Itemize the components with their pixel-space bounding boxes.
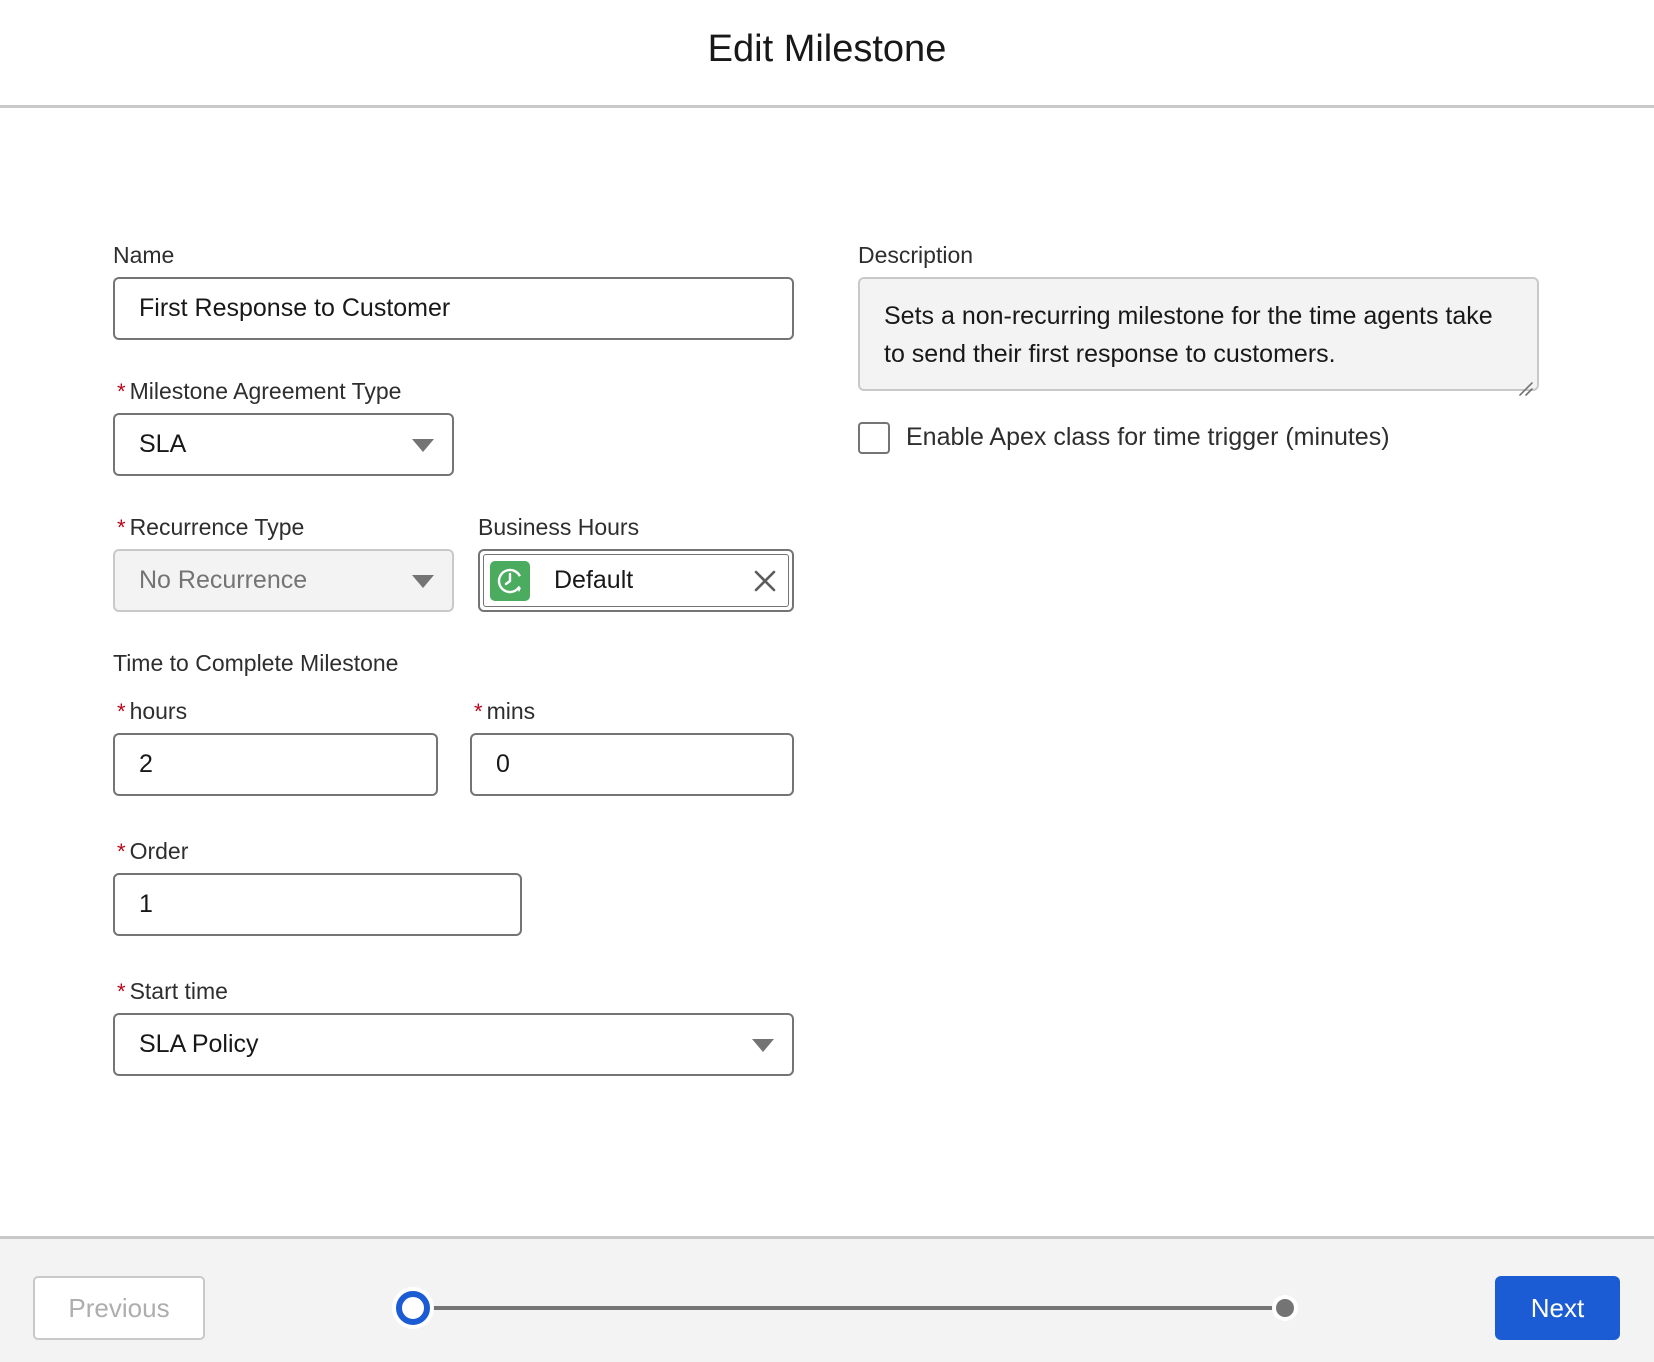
order-input-value: 1 [139,890,153,918]
name-label: Name [113,242,175,268]
milestone-agreement-type-label: * Milestone Agreement Type [117,378,402,404]
name-input-value: First Response to Customer [139,294,451,322]
business-hours-pill[interactable]: Default [483,554,789,607]
mins-input-value: 0 [496,750,510,778]
chevron-down-icon [412,438,434,452]
order-input[interactable]: 1 [113,873,522,936]
time-to-complete-label: Time to Complete Milestone [113,650,399,676]
description-label: Description [858,242,974,268]
mins-input[interactable]: 0 [470,733,794,796]
apex-class-checkbox[interactable] [858,422,890,454]
close-icon[interactable] [752,568,778,594]
business-hours-label: Business Hours [478,514,640,540]
modal-header: Edit Milestone [0,0,1654,108]
modal-title: Edit Milestone [707,28,947,70]
start-time-select[interactable]: SLA Policy [113,1013,794,1076]
recurrence-type-select[interactable]: No Recurrence [113,549,454,612]
order-label: * Order [117,838,189,864]
required-marker: * [117,979,126,1004]
required-marker: * [117,515,126,540]
required-marker: * [474,699,483,724]
hours-label: * hours [117,698,188,724]
required-marker: * [117,839,126,864]
milestone-agreement-type-select[interactable]: SLA [113,413,454,476]
description-value: Sets a non-recurring milestone for the t… [884,302,1493,368]
progress-step-1[interactable] [396,1291,430,1325]
required-marker: * [117,699,126,724]
progress-track [415,1306,1285,1310]
required-marker: * [117,379,126,404]
chevron-down-icon [412,574,434,588]
milestone-agreement-type-value: SLA [139,430,187,458]
recurrence-type-label: * Recurrence Type [117,514,305,540]
clock-icon [490,560,530,601]
start-time-value: SLA Policy [139,1030,259,1058]
start-time-label: * Start time [117,978,228,1004]
progress-step-2[interactable] [1276,1299,1294,1317]
recurrence-type-value: No Recurrence [139,566,308,594]
next-button[interactable]: Next [1495,1276,1620,1340]
chevron-down-icon [752,1038,774,1052]
apex-class-checkbox-label: Enable Apex class for time trigger (minu… [906,423,1390,451]
description-textarea[interactable]: Sets a non-recurring milestone for the t… [858,277,1539,396]
business-hours-lookup[interactable]: Default [478,549,794,612]
mins-label: * mins [474,698,536,724]
name-input[interactable]: First Response to Customer [113,277,794,340]
resize-handle-icon[interactable] [1517,369,1533,396]
hours-input[interactable]: 2 [113,733,438,796]
previous-button[interactable]: Previous [33,1276,205,1340]
hours-input-value: 2 [139,750,153,778]
business-hours-value: Default [554,566,634,594]
modal-footer: Previous Next [0,1236,1654,1362]
